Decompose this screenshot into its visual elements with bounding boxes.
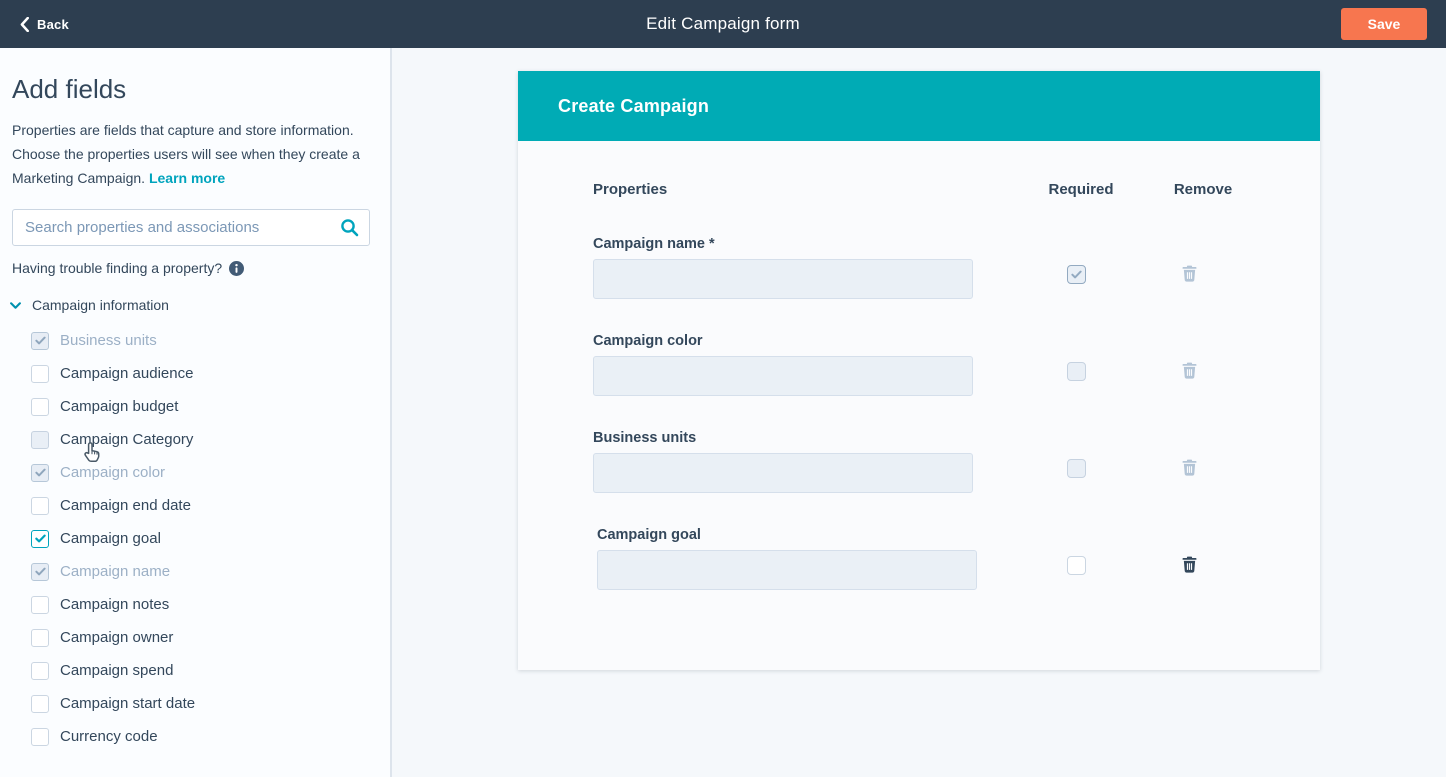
property-item-campaign-owner[interactable]: Campaign owner (0, 621, 391, 654)
checkbox-unchecked[interactable] (31, 629, 49, 647)
property-item-business-units[interactable]: Business units (0, 324, 391, 357)
checkbox-unchecked[interactable] (31, 497, 49, 515)
form-row-campaign-name: Campaign name * (593, 236, 1283, 316)
property-item-campaign-goal[interactable]: Campaign goal (0, 522, 391, 555)
add-fields-sidebar: Add fields Properties are fields that ca… (0, 48, 392, 777)
form-row-campaign-goal: Campaign goal (593, 527, 1283, 607)
property-label: Business units (60, 332, 157, 349)
remove-trash-icon-disabled (1182, 265, 1197, 282)
required-checkbox-cell (1067, 362, 1086, 381)
property-label: Currency code (60, 728, 158, 745)
form-row-campaign-color: Campaign color (593, 333, 1283, 413)
column-headers: Properties Required Remove (518, 181, 1320, 201)
required-checkbox-cell (1067, 556, 1086, 575)
edit-campaign-form-screen: Back Edit Campaign form Save Add fields … (0, 0, 1446, 777)
trouble-finding-row: Having trouble finding a property? (12, 258, 244, 278)
field-label: Business units (593, 430, 696, 446)
search-icon[interactable] (340, 218, 359, 237)
sidebar-description: Properties are fields that capture and s… (12, 118, 374, 190)
checkbox-checked-disabled[interactable] (31, 332, 49, 350)
checkbox-unchecked[interactable] (31, 728, 49, 746)
campaign-color-input[interactable] (593, 356, 973, 396)
checkbox-checked-disabled[interactable] (31, 464, 49, 482)
checkbox-unchecked[interactable] (31, 596, 49, 614)
property-item-campaign-budget[interactable]: Campaign budget (0, 390, 391, 423)
chevron-down-icon (10, 302, 21, 309)
property-label: Campaign budget (60, 398, 178, 415)
remove-trash-icon-disabled (1182, 459, 1197, 476)
property-label: Campaign end date (60, 497, 191, 514)
page-title: Edit Campaign form (0, 14, 1446, 34)
column-header-remove: Remove (1163, 181, 1243, 198)
property-label: Campaign audience (60, 365, 193, 382)
property-item-campaign-start-date[interactable]: Campaign start date (0, 687, 391, 720)
property-label: Campaign Category (60, 431, 193, 448)
property-item-campaign-category[interactable]: Campaign Category (0, 423, 391, 456)
search-input[interactable] (12, 209, 370, 246)
remove-trash-icon-disabled (1182, 362, 1197, 379)
info-icon[interactable] (229, 261, 244, 276)
required-checkbox-cell (1067, 265, 1086, 284)
form-row-business-units: Business units (593, 430, 1283, 510)
remove-trash-icon[interactable] (1182, 556, 1197, 573)
property-label: Campaign start date (60, 695, 195, 712)
form-card-title: Create Campaign (558, 71, 709, 141)
property-item-campaign-color[interactable]: Campaign color (0, 456, 391, 489)
save-button[interactable]: Save (1341, 8, 1427, 40)
learn-more-link[interactable]: Learn more (149, 170, 225, 186)
property-item-campaign-audience[interactable]: Campaign audience (0, 357, 391, 390)
section-label: Campaign information (32, 297, 169, 313)
column-header-required: Required (1041, 181, 1121, 198)
field-label: Campaign name * (593, 236, 715, 252)
campaign-goal-input[interactable] (597, 550, 977, 590)
checkbox-unchecked[interactable] (31, 662, 49, 680)
property-item-campaign-notes[interactable]: Campaign notes (0, 588, 391, 621)
create-campaign-form-card: Create Campaign Properties Required Remo… (518, 71, 1320, 670)
property-item-campaign-end-date[interactable]: Campaign end date (0, 489, 391, 522)
required-checkbox-unchecked-disabled[interactable] (1067, 459, 1086, 478)
form-card-header: Create Campaign (518, 71, 1320, 141)
checkbox-unchecked-hover[interactable] (31, 431, 49, 449)
property-label: Campaign goal (60, 530, 161, 547)
trouble-text: Having trouble finding a property? (12, 260, 222, 276)
field-label: Campaign goal (597, 527, 701, 543)
checkbox-checked[interactable] (31, 530, 49, 548)
checkbox-unchecked[interactable] (31, 695, 49, 713)
required-checkbox-checked-disabled[interactable] (1067, 265, 1086, 284)
campaign-name-input[interactable] (593, 259, 973, 299)
column-header-properties: Properties (593, 181, 667, 198)
topbar: Back Edit Campaign form Save (0, 0, 1446, 48)
section-campaign-information[interactable]: Campaign information (10, 295, 169, 315)
property-item-campaign-spend[interactable]: Campaign spend (0, 654, 391, 687)
property-label: Campaign spend (60, 662, 173, 679)
search-box (12, 209, 370, 246)
property-item-campaign-name[interactable]: Campaign name (0, 555, 391, 588)
property-label: Campaign notes (60, 596, 169, 613)
checkbox-unchecked[interactable] (31, 365, 49, 383)
field-label: Campaign color (593, 333, 703, 349)
property-label: Campaign name (60, 563, 170, 580)
sidebar-heading: Add fields (12, 74, 126, 105)
required-checkbox-unchecked-disabled[interactable] (1067, 362, 1086, 381)
business-units-input[interactable] (593, 453, 973, 493)
checkbox-unchecked[interactable] (31, 398, 49, 416)
property-label: Campaign color (60, 464, 165, 481)
property-label: Campaign owner (60, 629, 173, 646)
property-item-currency-code[interactable]: Currency code (0, 720, 391, 753)
required-checkbox-unchecked[interactable] (1067, 556, 1086, 575)
required-checkbox-cell (1067, 459, 1086, 478)
checkbox-checked-disabled[interactable] (31, 563, 49, 581)
